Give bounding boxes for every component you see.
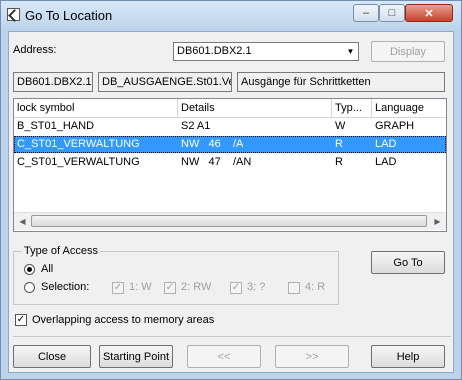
go-to-button[interactable]: Go To: [371, 251, 445, 274]
cell-language: GRAPH: [375, 120, 415, 132]
cell-symbol: B_ST01_HAND: [17, 120, 95, 132]
close-button[interactable]: Close: [13, 345, 91, 368]
previous-button[interactable]: <<: [187, 345, 261, 368]
maximize-button[interactable]: □: [379, 4, 405, 22]
close-window-button[interactable]: ✕: [405, 4, 453, 22]
symbol-info-field: DB_AUSGAENGE.St01.Ve: [98, 72, 232, 92]
type-of-access-title: Type of Access: [22, 245, 100, 257]
app-icon: [7, 8, 20, 21]
overlap-checkbox[interactable]: ✓: [15, 314, 27, 326]
address-value: DB601.DBX2.1: [177, 45, 252, 57]
cell-type: R: [335, 156, 343, 168]
cell-type: W: [335, 120, 346, 132]
scroll-thumb[interactable]: [31, 215, 427, 227]
option-4-checkbox[interactable]: [288, 282, 300, 294]
starting-point-button[interactable]: Starting Point: [99, 345, 173, 368]
cell-details: NW 47 /AN: [181, 156, 252, 168]
horizontal-scrollbar[interactable]: ◀ ▶: [14, 212, 446, 230]
minimize-button[interactable]: –: [353, 4, 379, 22]
table-header: lock symbol Details Typ... Language: [14, 99, 446, 118]
cell-symbol: C_ST01_VERWALTUNG: [17, 138, 140, 150]
option-1-checkbox[interactable]: ✓: [112, 282, 124, 294]
locations-table: lock symbol Details Typ... Language B_ST…: [13, 98, 447, 232]
address-combo[interactable]: DB601.DBX2.1 ▼: [173, 42, 359, 61]
option-2-checkbox[interactable]: ✓: [164, 282, 176, 294]
type-of-access-group: Type of Access All Selection: ✓ 1: W ✓ 2…: [13, 245, 339, 305]
comment-info-field: Ausgänge für Schrittketten: [237, 72, 445, 92]
scroll-left-icon[interactable]: ◀: [14, 213, 31, 230]
cell-symbol: C_ST01_VERWALTUNG: [17, 156, 140, 168]
access-selection-label: Selection:: [41, 281, 90, 293]
option-2-label: 2: RW: [181, 281, 212, 293]
title-bar[interactable]: Go To Location – □ ✕: [1, 1, 461, 31]
chevron-down-icon[interactable]: ▼: [343, 43, 358, 60]
column-header-type[interactable]: Typ...: [332, 99, 372, 117]
access-all-radio[interactable]: [24, 264, 35, 275]
column-header-symbol[interactable]: lock symbol: [14, 99, 178, 117]
display-button[interactable]: Display: [371, 41, 445, 62]
cell-language: LAD: [375, 156, 397, 168]
cell-language: LAD: [375, 138, 397, 150]
dialog-body: Address: DB601.DBX2.1 ▼ Display DB601.DB…: [8, 31, 454, 373]
help-button[interactable]: Help: [371, 345, 445, 368]
next-button[interactable]: >>: [275, 345, 349, 368]
address-label: Address:: [13, 44, 57, 56]
option-1-label: 1: W: [129, 281, 152, 293]
option-3-checkbox[interactable]: ✓: [230, 282, 242, 294]
cell-details: NW 46 /A: [181, 138, 244, 150]
address-info-field: DB601.DBX2.1: [13, 72, 93, 92]
table-row[interactable]: C_ST01_VERWALTUNG NW 47 /AN R LAD: [14, 154, 446, 171]
window-title: Go To Location: [25, 8, 113, 23]
cell-type: R: [335, 138, 343, 150]
go-to-location-dialog: Go To Location – □ ✕ Address: DB601.DBX2…: [0, 0, 462, 380]
option-4-label: 4: R: [305, 281, 326, 293]
column-header-language[interactable]: Language: [372, 99, 446, 117]
column-header-details[interactable]: Details: [178, 99, 332, 117]
table-row[interactable]: B_ST01_HAND S2 A1 W GRAPH: [14, 118, 446, 135]
cell-details: S2 A1: [181, 120, 211, 132]
option-3-label: 3: ?: [247, 281, 266, 293]
divider: [13, 336, 451, 337]
overlap-label: Overlapping access to memory areas: [32, 314, 215, 326]
access-selection-radio[interactable]: [24, 282, 35, 293]
access-all-label: All: [41, 263, 54, 275]
table-row-selected[interactable]: C_ST01_VERWALTUNG NW 46 /A R LAD: [14, 136, 446, 153]
scroll-right-icon[interactable]: ▶: [429, 213, 446, 230]
